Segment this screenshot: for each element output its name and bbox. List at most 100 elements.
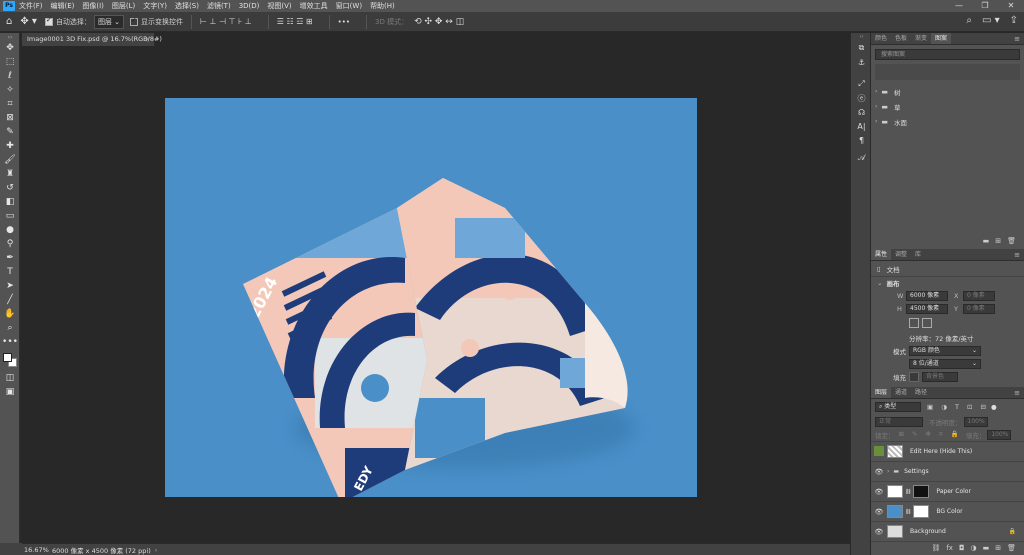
align-left-icon[interactable]: ⊢ ⊥ ⊣ ⊤ ⊦ ⊥ [200, 17, 252, 26]
width-field[interactable]: 6000 像素 [906, 290, 948, 301]
show-transform-checkbox[interactable] [130, 16, 139, 26]
layer-row[interactable]: Edit Here (Hide This) [871, 441, 1024, 461]
zoom-tool-icon[interactable]: ⌕ [0, 321, 20, 335]
eye-icon[interactable]: 👁 [871, 508, 887, 516]
gradient-tool-icon[interactable]: ▭ [0, 209, 20, 223]
portrait-icon[interactable] [909, 318, 919, 328]
panel-menu-icon[interactable]: ≡ [1014, 387, 1020, 399]
healing-brush-tool-icon[interactable]: ✚ [0, 139, 20, 153]
adjustment-layer-icon[interactable]: ◑ [971, 544, 977, 552]
move-tool-icon[interactable]: ✥ [0, 41, 20, 55]
eye-icon[interactable]: 👁 [871, 488, 887, 496]
glyphs-panel-icon[interactable]: 𝒜 [851, 151, 872, 165]
eraser-tool-icon[interactable]: ◧ [0, 195, 20, 209]
tab-libraries[interactable]: 库 [911, 249, 925, 260]
blend-mode-select[interactable]: 正常 [875, 416, 923, 427]
tab-paths[interactable]: 路径 [911, 387, 931, 398]
share-icon[interactable]: ⇪ [1010, 15, 1018, 26]
pen-tool-icon[interactable]: ✒ [0, 251, 20, 265]
color-swatches[interactable] [0, 349, 20, 371]
eyedropper-tool-icon[interactable]: ✎ [0, 125, 20, 139]
canvas-section-header[interactable]: ⌄ 画布 [871, 276, 1024, 289]
collapse-handle-icon[interactable]: ›› [0, 33, 20, 41]
menu-layer[interactable]: 图层(L) [112, 1, 135, 11]
menu-plugins[interactable]: 增效工具 [300, 1, 328, 11]
new-layer-icon[interactable]: ⊞ [995, 544, 1001, 552]
frame-tool-icon[interactable]: ⊠ [0, 111, 20, 125]
clone-source-icon[interactable]: ⓔ [851, 91, 872, 105]
foreground-color-swatch[interactable] [3, 353, 12, 362]
lasso-tool-icon[interactable]: ℓ [0, 69, 20, 83]
marquee-tool-icon[interactable]: ⬚ [0, 55, 20, 69]
close-tab-icon[interactable]: × [145, 33, 150, 46]
opacity-field[interactable]: 100% [963, 416, 988, 427]
height-field[interactable]: 4500 像素 [906, 303, 948, 314]
minimize-button[interactable]: — [946, 0, 972, 12]
link-layers-icon[interactable]: ⛓ [931, 544, 940, 552]
tab-layers[interactable]: 图层 [871, 387, 892, 398]
fx-icon[interactable]: fx [946, 544, 953, 552]
tab-properties[interactable]: 属性 [871, 249, 892, 260]
magic-wand-tool-icon[interactable]: ✧ [0, 83, 20, 97]
search-icon[interactable]: ⌕ [966, 15, 972, 26]
layer-filter-select[interactable]: ⌕ 类型 [875, 402, 921, 412]
menu-filter[interactable]: 滤镜(T) [207, 1, 231, 11]
tab-gradients[interactable]: 渐变 [911, 33, 931, 44]
chevron-right-icon[interactable]: › [887, 468, 889, 475]
edit-toolbar-icon[interactable]: ••• [0, 335, 20, 349]
delete-layer-icon[interactable]: 🗑 [1007, 544, 1016, 552]
canvas-workspace[interactable]: 2024 EDY [22, 46, 850, 543]
tab-patterns[interactable]: 图案 [931, 33, 952, 44]
brushes-panel-icon[interactable]: ⤢ [851, 77, 872, 91]
menu-file[interactable]: 文件(F) [19, 1, 43, 11]
collapse-panels-icon[interactable]: ‹‹ [851, 33, 872, 41]
layer-row[interactable]: 👁 Background 🔒 [871, 521, 1024, 541]
character-panel-icon[interactable]: A| [851, 119, 872, 133]
filter-toggle-icon[interactable]: ● [991, 403, 997, 411]
workspace-icon[interactable]: ▭ ▾ [982, 15, 1000, 26]
path-selection-tool-icon[interactable]: ➤ [0, 279, 20, 293]
crop-tool-icon[interactable]: ⌗ [0, 97, 20, 111]
tab-channels[interactable]: 通道 [891, 387, 911, 398]
dodge-tool-icon[interactable]: ⚲ [0, 237, 20, 251]
zoom-level[interactable]: 16.67% [24, 546, 52, 554]
pattern-group[interactable]: › ▬ 草 [871, 99, 1024, 114]
menu-3d[interactable]: 3D(D) [239, 2, 260, 10]
depth-select[interactable]: 8 位/通道 ⌄ [909, 358, 981, 369]
home-icon[interactable]: ⌂ [6, 16, 12, 27]
lock-icons[interactable]: ⊠ ✎ ✥ ⌗ 🔒 [899, 430, 962, 439]
menu-type[interactable]: 文字(Y) [143, 1, 167, 11]
document-tab[interactable]: Image0001 3D Fix.psd @ 16.7%(RGB/8#) × [22, 33, 162, 46]
tab-adjustments[interactable]: 调整 [891, 249, 911, 260]
auto-select-dropdown[interactable]: 图层 ⌄ [93, 14, 125, 29]
close-window-button[interactable]: ✕ [998, 0, 1024, 12]
tab-swatches[interactable]: 色板 [891, 33, 911, 44]
menu-window[interactable]: 窗口(W) [336, 1, 362, 11]
new-group-icon[interactable]: ▬ [983, 544, 990, 552]
delete-icon[interactable]: 🗑 [1007, 237, 1016, 245]
tab-color[interactable]: 颜色 [871, 33, 891, 44]
menu-edit[interactable]: 编辑(E) [51, 1, 75, 11]
adjust-panel-icon[interactable]: ☊ [851, 105, 872, 119]
layer-row[interactable]: 👁 ⛓ Paper Color [871, 481, 1024, 501]
blur-tool-icon[interactable]: ● [0, 223, 20, 237]
auto-select-checkbox[interactable] [44, 16, 53, 26]
fill-swatch[interactable] [909, 371, 919, 382]
visibility-toggle[interactable] [871, 445, 887, 458]
move-tool-icon[interactable]: ✥ ▾ [20, 16, 37, 27]
more-options-button[interactable]: ••• [338, 18, 350, 26]
landscape-icon[interactable] [922, 318, 932, 328]
history-brush-tool-icon[interactable]: ↺ [0, 181, 20, 195]
pattern-group[interactable]: › ▬ 树 [871, 84, 1024, 99]
document-canvas[interactable]: 2024 EDY [165, 98, 697, 497]
add-mask-icon[interactable]: ◘ [959, 544, 965, 552]
eye-icon[interactable]: 👁 [871, 468, 887, 476]
history-panel-icon[interactable]: ⧉ [851, 41, 872, 55]
layer-fill-field[interactable]: 100% [987, 429, 1012, 440]
line-tool-icon[interactable]: ╱ [0, 293, 20, 307]
mode-select[interactable]: RGB 颜色 ⌄ [909, 345, 981, 356]
menu-help[interactable]: 帮助(H) [370, 1, 395, 11]
3d-tools-icon[interactable]: ⟲ ✣ ✥ ↔ ◫ [414, 17, 464, 27]
new-pattern-icon[interactable]: ⊞ [995, 237, 1001, 245]
x-field[interactable]: 0 像素 [963, 290, 995, 301]
